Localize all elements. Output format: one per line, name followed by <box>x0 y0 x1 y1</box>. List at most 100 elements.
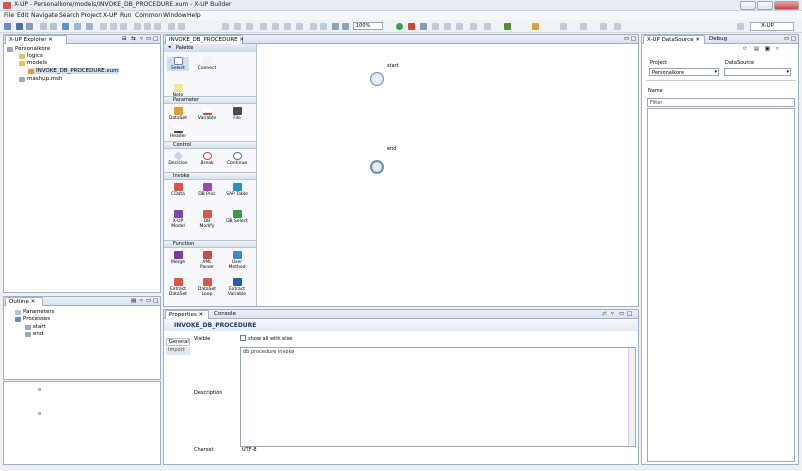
test-icon[interactable] <box>470 23 477 30</box>
match-height-icon[interactable] <box>178 23 185 30</box>
align-center-icon[interactable] <box>110 23 117 30</box>
tab-console[interactable]: Console <box>214 311 236 317</box>
palette-cdata[interactable]: CData <box>167 183 189 197</box>
align-bottom-icon[interactable] <box>154 23 161 30</box>
view-menu-icon[interactable]: ▿ <box>776 46 779 52</box>
align-left-icon[interactable] <box>100 23 107 30</box>
maximize-button[interactable] <box>757 1 773 10</box>
menu-run[interactable]: Run <box>120 12 132 19</box>
palette-header-item[interactable]: Header <box>167 125 189 139</box>
view-detail-icon[interactable]: ▣ <box>765 46 770 52</box>
menu-file[interactable]: File <box>4 12 14 19</box>
minimize-view-icon[interactable]: ▭ <box>619 311 624 317</box>
palette-extract-variable[interactable]: Extract Variable <box>226 278 248 297</box>
distribute-icon[interactable] <box>320 23 327 30</box>
view-menu-icon[interactable]: ▿ <box>140 298 143 304</box>
maximize-view-icon[interactable]: □ <box>153 298 158 304</box>
end-node[interactable] <box>370 160 384 174</box>
forward-icon[interactable] <box>614 23 621 30</box>
process-canvas[interactable]: start end <box>258 44 638 306</box>
palette-variable[interactable]: Variable <box>196 107 218 121</box>
group-icon[interactable] <box>296 23 303 30</box>
datasource-list[interactable] <box>647 108 795 462</box>
minimize-view-icon[interactable]: ▭ <box>624 36 629 42</box>
snap-icon[interactable] <box>246 23 253 30</box>
minimize-view-icon[interactable]: ▭ <box>146 36 151 42</box>
palette-toggle-icon[interactable]: ◂ <box>168 44 171 50</box>
tab-xup-explorer[interactable]: X-UP Explorer ✕ <box>5 35 67 44</box>
layout-icon[interactable] <box>222 23 229 30</box>
palette-break[interactable]: Break <box>196 152 218 166</box>
tab-outline[interactable]: Outline ✕ <box>5 297 43 306</box>
next-annotation-icon[interactable] <box>560 23 567 30</box>
maximize-view-icon[interactable]: □ <box>631 36 636 42</box>
export-icon[interactable] <box>444 23 451 30</box>
palette-merge[interactable]: Merge <box>167 251 189 265</box>
palette-connect[interactable]: Connect <box>196 57 218 71</box>
cut-icon[interactable] <box>40 23 47 30</box>
palette-continue[interactable]: Continue <box>226 152 248 166</box>
palette-dataset-loop[interactable]: DataSet Loop <box>196 278 218 297</box>
tree-item-invoke-db-procedure[interactable]: INVOKE_DB_PROCEDURE.xum <box>28 68 119 74</box>
palette-decision[interactable]: Decision <box>167 151 189 166</box>
description-textarea[interactable]: db procedure invoke <box>240 347 636 447</box>
tab-properties[interactable]: Properties ✕ <box>165 310 209 319</box>
view-list-icon[interactable]: ▤ <box>754 46 759 52</box>
tree-item-project[interactable]: Personalkore <box>7 46 50 52</box>
palette-db-select[interactable]: DB Select <box>226 210 248 224</box>
import-icon[interactable] <box>456 23 463 30</box>
tree-item-mashup[interactable]: mashup.msh <box>19 76 63 82</box>
outline-item-processes[interactable]: Processes <box>15 316 50 322</box>
maximize-view-icon[interactable]: □ <box>153 36 158 42</box>
refresh-icon[interactable]: ⟳ <box>743 46 747 52</box>
copy-icon[interactable] <box>50 23 57 30</box>
server-icon[interactable] <box>484 23 491 30</box>
tree-item-models[interactable]: models <box>19 60 47 66</box>
view-menu-icon[interactable]: ▿ <box>611 311 614 317</box>
minimize-view-icon[interactable]: ▭ <box>146 298 151 304</box>
palette-section-control[interactable]: Control <box>164 141 256 149</box>
perspective-xup[interactable]: X-UP <box>750 22 794 31</box>
zoom-fit-icon[interactable] <box>272 23 279 30</box>
pin-icon[interactable]: ⇄ <box>602 311 607 317</box>
tab-xup-datasource[interactable]: X-UP DataSource ✕ <box>643 35 705 44</box>
menu-edit[interactable]: Edit <box>17 12 29 19</box>
external-tools-icon[interactable] <box>504 23 511 30</box>
collapse-icon[interactable]: ⊟ <box>122 36 127 42</box>
menu-project[interactable]: Project <box>81 12 102 19</box>
align-middle-icon[interactable] <box>144 23 151 30</box>
run-process-icon[interactable] <box>396 23 403 30</box>
minimize-view-icon[interactable]: ▭ <box>784 36 789 42</box>
palette-section-parameter[interactable]: Parameter <box>164 96 256 104</box>
tree-item-logics[interactable]: logics <box>19 53 43 59</box>
view-menu-icon[interactable]: ▿ <box>140 36 143 42</box>
prev-annotation-icon[interactable] <box>580 23 587 30</box>
palette-xup-model[interactable]: X-UP Model <box>167 210 189 229</box>
stop-icon[interactable] <box>420 23 427 30</box>
menu-navigate[interactable]: Navigate <box>31 12 58 19</box>
outline-item-end[interactable]: end <box>25 331 43 337</box>
palette-xml-parser[interactable]: XML Parser <box>196 251 218 270</box>
tab-invoke-db-procedure[interactable]: INVOKE_DB_PROCEDURE ✕ <box>165 35 244 44</box>
palette-file[interactable]: File <box>226 107 248 121</box>
outline-tree-icon[interactable]: ▤ <box>131 298 136 304</box>
show-all-checkbox[interactable] <box>240 335 246 341</box>
menu-search[interactable]: Search <box>59 12 80 19</box>
tab-debug[interactable]: Debug <box>709 36 727 42</box>
back-icon[interactable] <box>600 23 607 30</box>
align-right-icon[interactable] <box>120 23 127 30</box>
palette-db-proc[interactable]: DB Proc <box>196 183 218 197</box>
palette-db-modify[interactable]: DB Modify <box>196 210 218 229</box>
description-scrollbar[interactable] <box>628 348 635 446</box>
menu-common[interactable]: Common <box>135 12 162 19</box>
outline-item-parameters[interactable]: Parameters <box>15 309 54 315</box>
palette-user-method[interactable]: User Method <box>226 251 248 270</box>
maximize-view-icon[interactable]: □ <box>791 36 796 42</box>
align-top-icon[interactable] <box>134 23 141 30</box>
redo-icon[interactable] <box>86 23 93 30</box>
ruler-icon[interactable] <box>260 23 267 30</box>
zoom-out-icon[interactable] <box>332 23 339 30</box>
save-all-icon[interactable] <box>26 23 33 30</box>
layer-icon[interactable] <box>284 23 291 30</box>
menu-xup[interactable]: X-UP <box>103 12 117 19</box>
